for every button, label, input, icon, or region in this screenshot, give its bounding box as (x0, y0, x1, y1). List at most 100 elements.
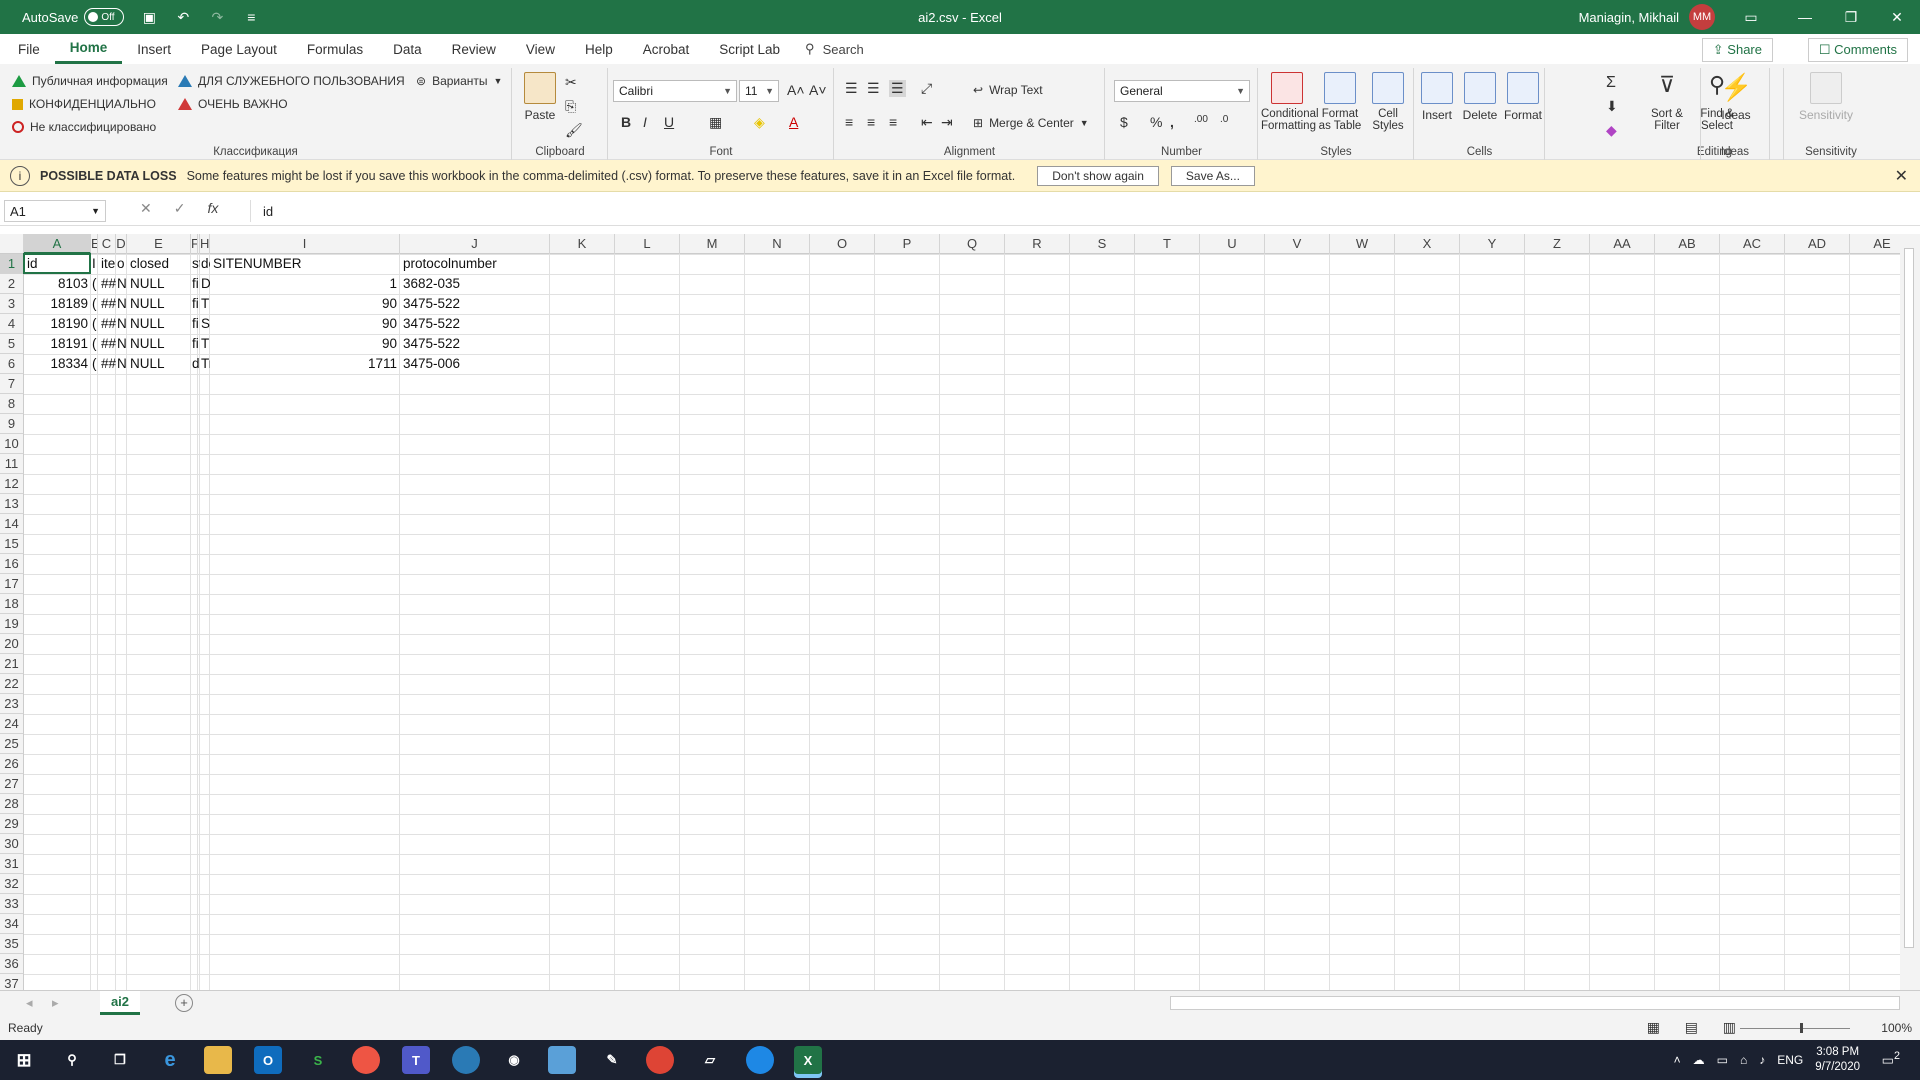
column-header-F[interactable]: F (191, 234, 198, 254)
row-header[interactable]: 1 (0, 254, 24, 274)
font-name-select[interactable]: Calibri ▼ (613, 80, 737, 102)
app-s-icon[interactable]: S (304, 1046, 332, 1074)
tab-script-lab[interactable]: Script Lab (704, 34, 795, 64)
table-cell[interactable]: ### (98, 334, 116, 354)
decrease-decimal-icon[interactable]: .0 (1220, 114, 1228, 125)
table-cell[interactable]: 3682-035 (400, 274, 550, 294)
row-header[interactable]: 23 (0, 694, 24, 714)
tab-insert[interactable]: Insert (122, 34, 186, 64)
add-sheet-icon[interactable]: + (175, 994, 193, 1012)
tab-acrobat[interactable]: Acrobat (628, 34, 705, 64)
merge-center-button[interactable]: ⊞ Merge & Center ▼ (973, 116, 1089, 130)
row-header[interactable]: 9 (0, 414, 24, 434)
column-header-N[interactable]: N (745, 234, 810, 254)
delete-cells-button[interactable]: Delete (1459, 72, 1501, 122)
row-header[interactable]: 31 (0, 854, 24, 874)
file-explorer-icon[interactable] (204, 1046, 232, 1074)
column-header-Y[interactable]: Y (1460, 234, 1525, 254)
table-cell[interactable]: 90 (210, 294, 400, 314)
table-cell[interactable]: ( (91, 314, 98, 334)
fill-icon[interactable]: ⬇ (1606, 98, 1618, 115)
format-painter-icon[interactable]: 🖌 (565, 122, 583, 139)
row-header[interactable]: 13 (0, 494, 24, 514)
row-header[interactable]: 25 (0, 734, 24, 754)
close-icon[interactable]: ✕ (1874, 0, 1920, 34)
dont-show-again-button[interactable]: Don't show again (1037, 165, 1159, 186)
row-header[interactable]: 37 (0, 974, 24, 990)
select-all-corner[interactable] (0, 234, 24, 254)
undo-icon[interactable]: ↶ (174, 8, 192, 26)
tab-file[interactable]: File (3, 34, 55, 64)
column-header-AA[interactable]: AA (1590, 234, 1655, 254)
column-header-Q[interactable]: Q (940, 234, 1005, 254)
autosum-icon[interactable]: Σ (1606, 74, 1616, 92)
tool-icon[interactable]: ✎ (598, 1046, 626, 1074)
row-header[interactable]: 20 (0, 634, 24, 654)
sheet-tab-ai2[interactable]: ai2 (100, 991, 140, 1015)
cancel-icon[interactable]: ✕ (140, 200, 152, 217)
table-cell[interactable]: 1 (210, 274, 400, 294)
font-color-icon[interactable]: A (789, 114, 798, 130)
table-cell[interactable]: fi (191, 294, 200, 314)
zoom-knob[interactable] (1800, 1023, 1803, 1033)
class-item-official-use[interactable]: ДЛЯ СЛУЖЕБНОГО ПОЛЬЗОВАНИЯ (178, 74, 405, 88)
column-header-M[interactable]: M (680, 234, 745, 254)
sensitivity-button[interactable]: Sensitivity (1791, 72, 1861, 122)
column-header-O[interactable]: O (810, 234, 875, 254)
enter-icon[interactable]: ✓ (174, 200, 186, 217)
network-icon[interactable]: ⌂ (1740, 1053, 1747, 1067)
table-cell[interactable]: 18191 (24, 334, 91, 354)
wrap-text-button[interactable]: ↩ Wrap Text (973, 83, 1043, 97)
row-header[interactable]: 19 (0, 614, 24, 634)
row-header[interactable]: 7 (0, 374, 24, 394)
tab-view[interactable]: View (511, 34, 570, 64)
column-header-U[interactable]: U (1200, 234, 1265, 254)
table-cell[interactable]: ( (91, 294, 98, 314)
table-cell[interactable]: 18190 (24, 314, 91, 334)
table-cell[interactable]: 18189 (24, 294, 91, 314)
underline-icon[interactable]: U (664, 114, 674, 130)
font-size-select[interactable]: 11 ▼ (739, 80, 779, 102)
table-cell[interactable]: 90 (210, 334, 400, 354)
decrease-font-icon[interactable]: A˅ (809, 82, 827, 98)
increase-decimal-icon[interactable]: .00 (1194, 114, 1208, 125)
align-center-icon[interactable]: ≡ (867, 114, 875, 130)
row-header[interactable]: 26 (0, 754, 24, 774)
avatar[interactable]: MM (1689, 4, 1715, 30)
table-cell[interactable]: N (116, 334, 127, 354)
restore-icon[interactable]: ❐ (1828, 0, 1874, 34)
save-icon[interactable]: ▣ (140, 8, 158, 26)
vertical-scrollbar[interactable] (1900, 234, 1920, 990)
table-cell[interactable]: SITENUMBER (210, 254, 400, 274)
row-header[interactable]: 32 (0, 874, 24, 894)
fill-color-icon[interactable]: ◈ (754, 114, 765, 131)
conditional-formatting-button[interactable]: Conditional Formatting (1261, 72, 1319, 132)
clear-icon[interactable]: ◆ (1606, 122, 1617, 139)
row-header[interactable]: 3 (0, 294, 24, 314)
zoom-slider[interactable] (1740, 1023, 1850, 1033)
zoom-level[interactable]: 100% (1881, 1021, 1912, 1035)
page-layout-view-icon[interactable]: ▤ (1685, 1019, 1698, 1036)
remote-icon[interactable] (548, 1046, 576, 1074)
normal-view-icon[interactable]: ▦ (1647, 1019, 1660, 1036)
paste-button[interactable]: Paste (521, 72, 559, 122)
cells-area[interactable]: idIitemoclosedstdeSITENUMBERprotocolnumb… (23, 253, 1900, 990)
row-header[interactable]: 29 (0, 814, 24, 834)
table-cell[interactable]: Th (200, 294, 210, 314)
tab-help[interactable]: Help (570, 34, 628, 64)
number-format-select[interactable]: General ▼ (1114, 80, 1250, 102)
row-header[interactable]: 15 (0, 534, 24, 554)
tab-formulas[interactable]: Formulas (292, 34, 378, 64)
row-header[interactable]: 34 (0, 914, 24, 934)
scroll-thumb[interactable] (1904, 248, 1914, 948)
table-cell[interactable]: Th (200, 334, 210, 354)
align-left-icon[interactable]: ≡ (845, 114, 853, 130)
table-cell[interactable]: fi (191, 334, 200, 354)
table-cell[interactable]: ( (91, 274, 98, 294)
class-item-confidential[interactable]: КОНФИДЕНЦИАЛЬНО (12, 97, 156, 111)
row-header[interactable]: 2 (0, 274, 24, 294)
row-header[interactable]: 18 (0, 594, 24, 614)
volume-icon[interactable]: ♪ (1759, 1053, 1765, 1067)
table-cell[interactable]: 1711 (210, 354, 400, 374)
column-header-C[interactable]: C (98, 234, 116, 254)
